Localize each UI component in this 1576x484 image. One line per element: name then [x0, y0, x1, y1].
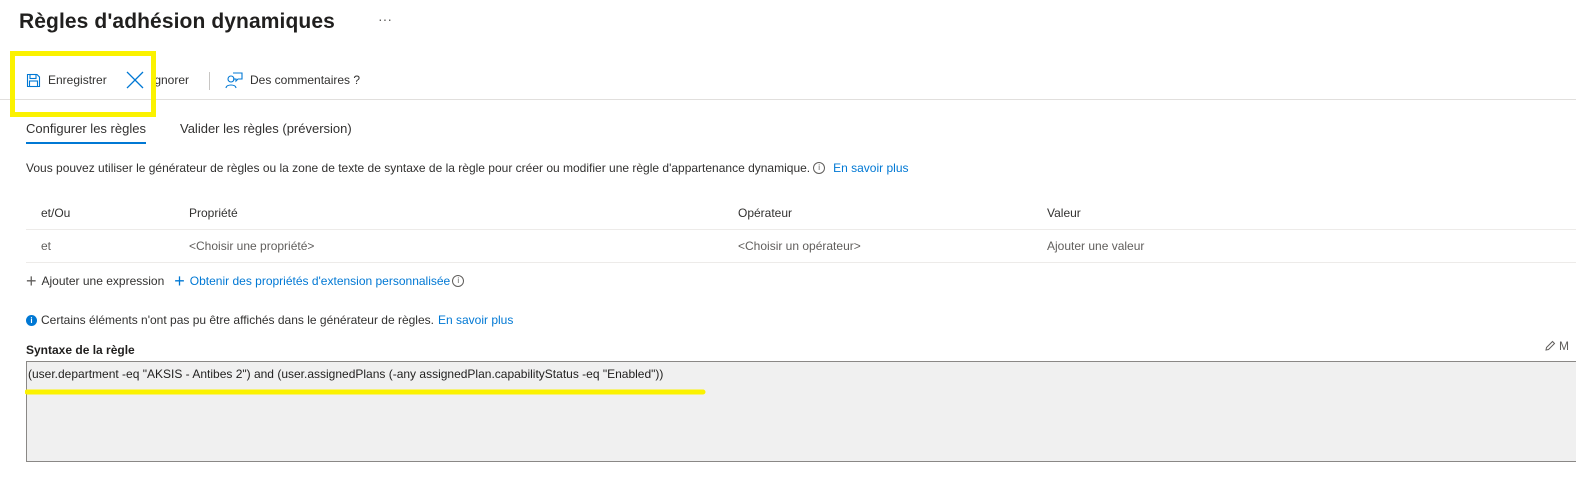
column-header-operator: Opérateur [738, 206, 793, 220]
rule-syntax-textarea[interactable]: (user.department -eq "AKSIS - Antibes 2"… [26, 361, 1576, 462]
toolbar-divider [209, 72, 210, 90]
tab-validate-rules[interactable]: Valider les règles (préversion) [180, 121, 352, 136]
add-expression-button[interactable]: + Ajouter une expression [26, 271, 165, 291]
rule-syntax-label: Syntaxe de la règle [26, 343, 135, 357]
edit-label: M [1559, 339, 1569, 353]
description: Vous pouvez utiliser le générateur de rè… [26, 161, 909, 175]
column-header-property: Propriété [189, 206, 238, 220]
table-row: et <Choisir une propriété> <Choisir un o… [26, 230, 1576, 263]
description-text: Vous pouvez utiliser le générateur de rè… [26, 161, 811, 175]
edit-syntax-button[interactable]: M [1544, 339, 1569, 353]
column-header-value: Valeur [1047, 206, 1081, 220]
table-header: et/Ou Propriété Opérateur Valeur [26, 197, 1576, 230]
info-filled-icon: i [26, 314, 37, 326]
operator-select[interactable]: <Choisir un opérateur> [738, 239, 861, 253]
get-extension-label: Obtenir des propriétés d'extension perso… [189, 274, 451, 288]
feedback-label: Des commentaires ? [250, 73, 361, 87]
info-icon[interactable]: i [452, 275, 465, 287]
command-bar: Enregistrer Ignorer Des commentaires ? [0, 64, 1576, 100]
plus-icon: + [174, 271, 185, 291]
feedback-icon [225, 71, 243, 88]
more-options-icon[interactable]: ··· [378, 11, 392, 27]
value-input[interactable]: Ajouter une valeur [1047, 239, 1144, 253]
notice-text: Certains éléments n'ont pas pu être affi… [41, 313, 434, 327]
tab-configure-rules[interactable]: Configurer les règles [26, 121, 146, 144]
highlight-annotation [10, 51, 156, 117]
highlight-underline [25, 389, 706, 395]
feedback-button[interactable]: Des commentaires ? [225, 70, 360, 90]
pencil-icon [1545, 340, 1556, 351]
plus-icon: + [26, 271, 37, 291]
rule-builder-table: et/Ou Propriété Opérateur Valeur et <Cho… [26, 197, 1576, 263]
info-icon[interactable]: i [813, 162, 826, 174]
discard-label: Ignorer [151, 73, 190, 87]
and-or-select[interactable]: et [41, 239, 51, 253]
rule-actions: + Ajouter une expression + Obtenir des p… [26, 271, 465, 291]
notice-learn-more-link[interactable]: En savoir plus [438, 313, 513, 327]
column-header-and-or: et/Ou [41, 206, 71, 220]
add-expression-label: Ajouter une expression [41, 274, 165, 288]
notice-message: i Certains éléments n'ont pas pu être af… [26, 313, 513, 327]
property-select[interactable]: <Choisir une propriété> [189, 239, 314, 253]
learn-more-link[interactable]: En savoir plus [833, 161, 908, 175]
get-extension-properties-button[interactable]: + Obtenir des propriétés d'extension per… [174, 271, 465, 291]
page-title: Règles d'adhésion dynamiques [19, 10, 335, 33]
